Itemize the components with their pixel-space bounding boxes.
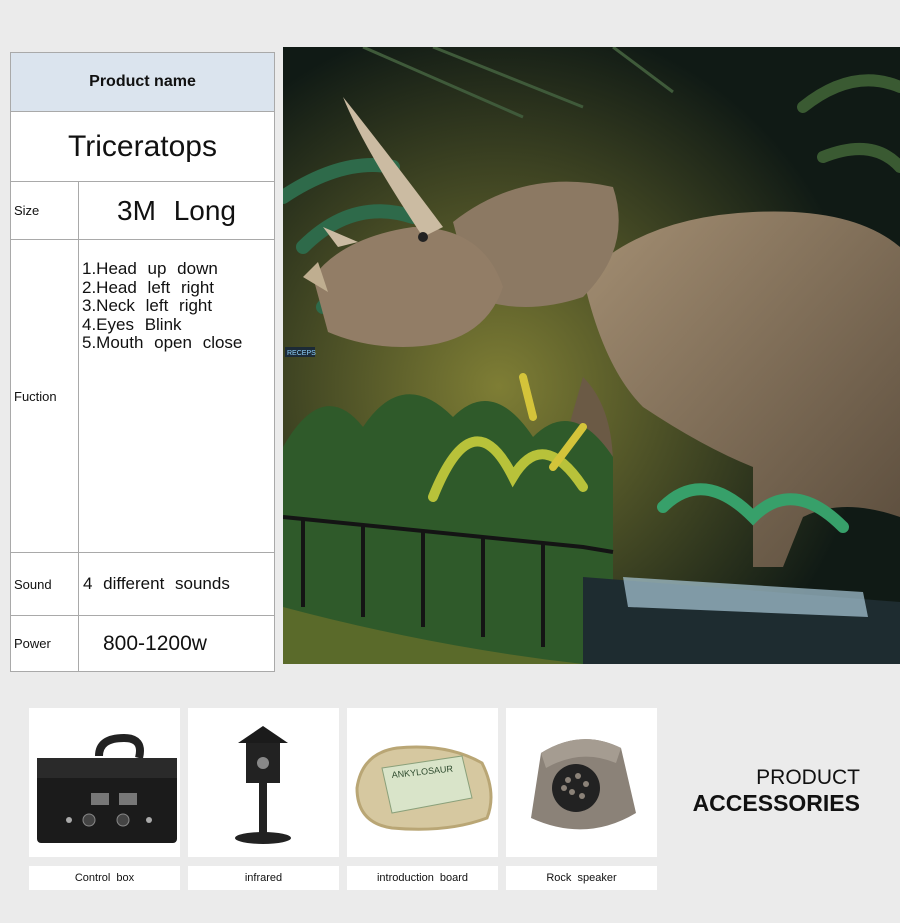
- introduction-board-label: introduction board: [347, 866, 498, 890]
- accessories-title: PRODUCT ACCESSORIES: [660, 766, 860, 817]
- exhibit-sign-text: RECEPS: [287, 350, 316, 357]
- control-box-label: Control box: [29, 866, 180, 890]
- control-box-icon: [37, 733, 177, 843]
- introduction-board-card: ANKYLOSAUR: [347, 708, 498, 857]
- introduction-board-icon: ANKYLOSAUR: [355, 745, 493, 831]
- rock-speaker-label: Rock speaker: [506, 866, 657, 890]
- function-list: 1.Head up down 2.Head left right 3.Neck …: [78, 239, 275, 553]
- accessories-title-line1: PRODUCT: [756, 766, 860, 789]
- function-item: 2.Head left right: [82, 277, 215, 297]
- power-value: 800-1200w: [78, 615, 275, 672]
- rock-speaker-card: [506, 708, 657, 857]
- accessories-title-line2: ACCESSORIES: [692, 790, 860, 816]
- spec-header: Product name: [10, 52, 275, 112]
- function-item: 5.Mouth open close: [82, 333, 243, 352]
- rock-speaker-icon: [531, 739, 636, 830]
- function-label: Fuction: [10, 239, 79, 553]
- control-box-card: [29, 708, 180, 857]
- power-label: Power: [10, 615, 79, 672]
- infrared-card: [188, 708, 339, 857]
- infrared-sensor-icon: [235, 726, 291, 844]
- triceratops-photo: RECEPS: [283, 47, 900, 664]
- sound-value: 4 different sounds: [78, 552, 275, 616]
- size-value: 3M Long: [78, 181, 275, 240]
- function-item: 4.Eyes Blink: [82, 314, 182, 334]
- function-item: 1.Head up down: [82, 259, 218, 278]
- function-item: 3.Neck left right: [82, 296, 213, 315]
- sound-label: Sound: [10, 552, 79, 616]
- infrared-label: infrared: [188, 866, 339, 890]
- spec-table: Product name Triceratops Size 3M Long Fu…: [10, 52, 275, 672]
- triceratops-illustration: RECEPS: [283, 47, 900, 664]
- size-label: Size: [10, 181, 79, 240]
- product-name: Triceratops: [10, 111, 275, 182]
